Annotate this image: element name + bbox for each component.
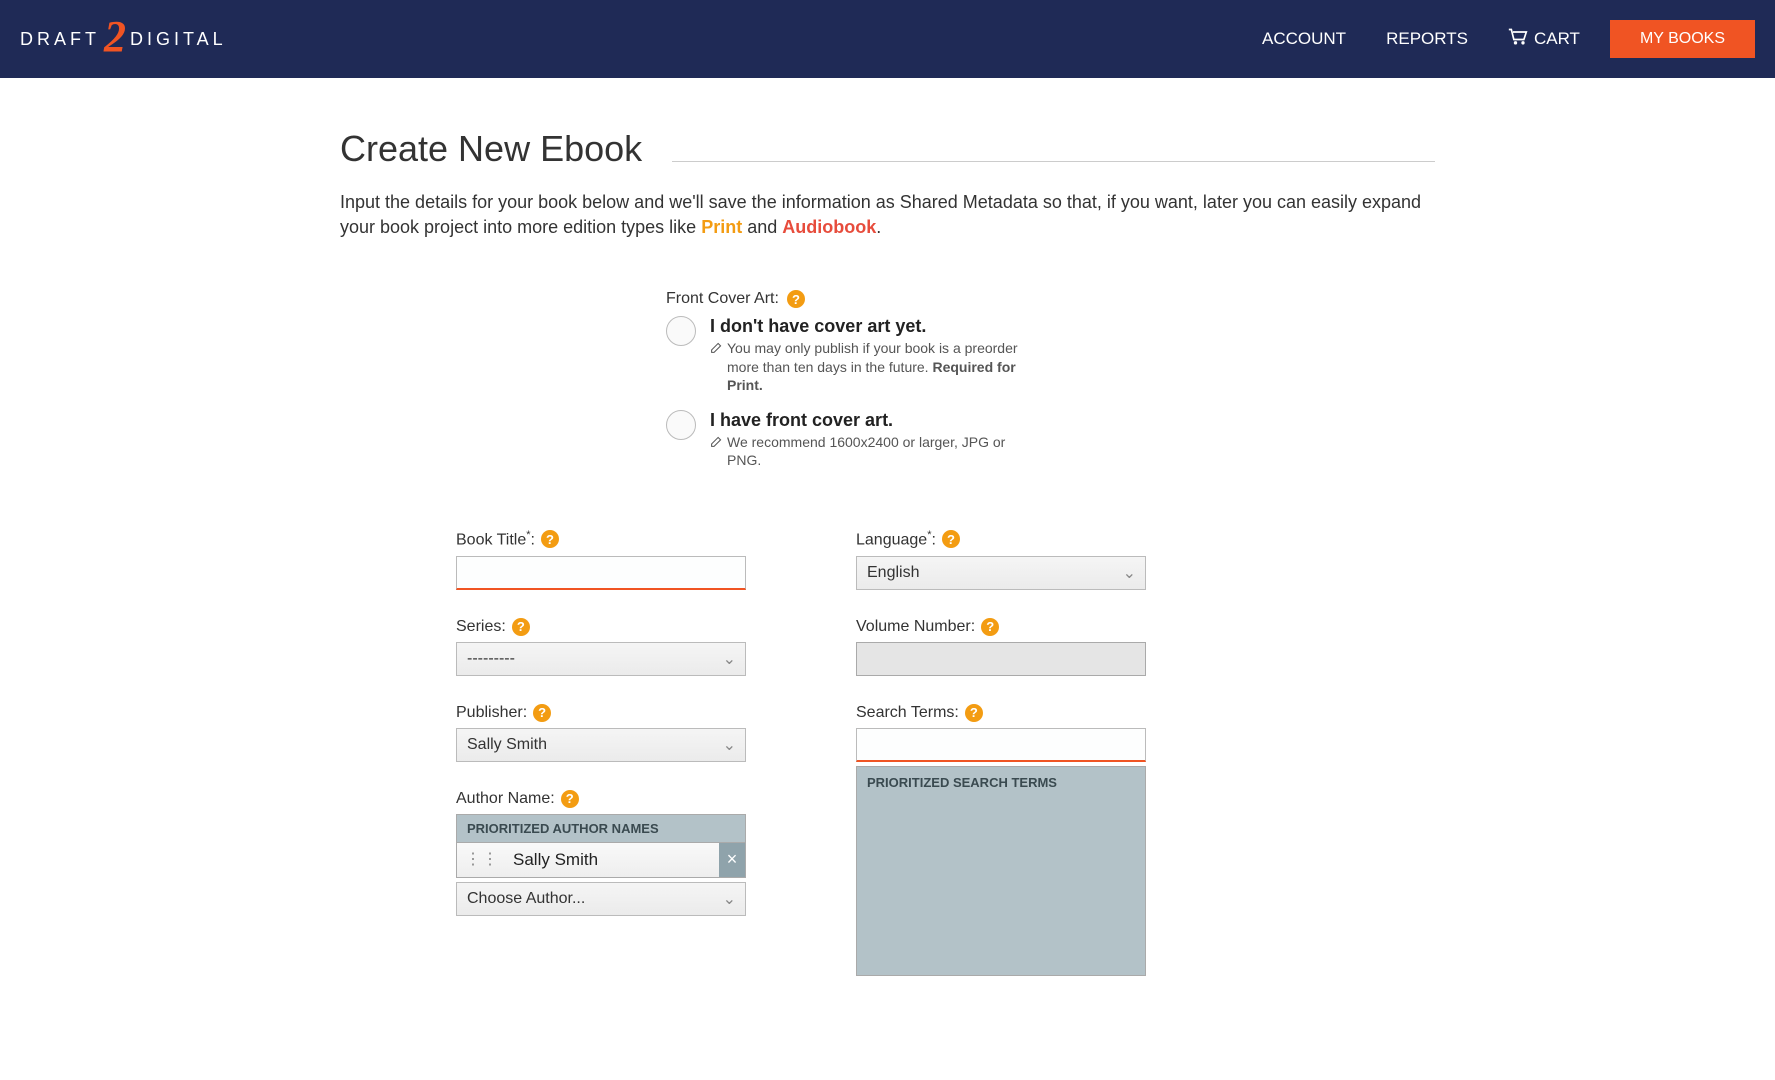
help-icon[interactable]: ? bbox=[942, 530, 960, 548]
author-label: Author Name: bbox=[456, 790, 555, 808]
prioritized-search-terms-header: PRIORITIZED SEARCH TERMS bbox=[857, 767, 1145, 798]
coverart-opt2-title: I have front cover art. bbox=[710, 410, 1030, 431]
nav-account[interactable]: ACCOUNT bbox=[1262, 29, 1346, 49]
nav-reports[interactable]: REPORTS bbox=[1386, 29, 1468, 49]
primary-nav: ACCOUNT REPORTS CART MY BOOKS bbox=[1262, 20, 1755, 58]
field-series: Series: ? --------- ⌄ bbox=[456, 618, 746, 676]
series-label-row: Series: ? bbox=[456, 618, 746, 636]
page-title: Create New Ebook bbox=[340, 128, 672, 170]
nav-cart[interactable]: CART bbox=[1508, 28, 1580, 51]
cart-icon bbox=[1508, 28, 1528, 51]
prioritized-search-terms-box: PRIORITIZED SEARCH TERMS bbox=[856, 766, 1146, 976]
publisher-label-row: Publisher: ? bbox=[456, 704, 746, 722]
logo-2-icon: 2 bbox=[104, 15, 126, 59]
title-divider bbox=[672, 161, 1435, 162]
brand-logo[interactable]: DRAFT 2 DIGITAL bbox=[20, 17, 227, 61]
field-author-name: Author Name: ? PRIORITIZED AUTHOR NAMES … bbox=[456, 790, 746, 916]
page-title-row: Create New Ebook bbox=[340, 128, 1435, 170]
field-search-terms: Search Terms: ? bbox=[856, 704, 1146, 762]
app-header: DRAFT 2 DIGITAL ACCOUNT REPORTS CART MY … bbox=[0, 0, 1775, 78]
coverart-opt1-desc: You may only publish if your book is a p… bbox=[710, 339, 1030, 394]
publisher-select[interactable]: Sally Smith ⌄ bbox=[456, 728, 746, 762]
pencil-icon bbox=[710, 339, 723, 358]
series-select[interactable]: --------- ⌄ bbox=[456, 642, 746, 676]
drag-handle-icon[interactable]: ⋮⋮ bbox=[457, 852, 507, 868]
author-chip[interactable]: ⋮⋮ Sally Smith × bbox=[456, 842, 746, 878]
help-icon[interactable]: ? bbox=[541, 530, 559, 548]
prioritized-authors-header: PRIORITIZED AUTHOR NAMES bbox=[456, 814, 746, 842]
intro-after: . bbox=[876, 217, 881, 237]
coverart-opt2-desc-text: We recommend 1600x2400 or larger, JPG or… bbox=[727, 433, 1030, 469]
form-col-right: Language*: ? English ⌄ Volume Number: ? … bbox=[856, 529, 1146, 975]
language-label: Language bbox=[856, 532, 927, 549]
series-select-display[interactable]: --------- bbox=[456, 642, 746, 676]
help-icon[interactable]: ? bbox=[787, 290, 805, 308]
volume-label-row: Volume Number: ? bbox=[856, 618, 1146, 636]
help-icon[interactable]: ? bbox=[512, 618, 530, 636]
form-columns: Book Title*: ? Series: ? --------- ⌄ Pub… bbox=[340, 529, 1435, 975]
logo-text-right: DIGITAL bbox=[130, 29, 227, 50]
help-icon[interactable]: ? bbox=[533, 704, 551, 722]
intro-and: and bbox=[742, 217, 782, 237]
field-book-title: Book Title*: ? bbox=[456, 529, 746, 589]
help-icon[interactable]: ? bbox=[981, 618, 999, 636]
intro-print-link[interactable]: Print bbox=[701, 217, 742, 237]
coverart-opt2-text: I have front cover art. We recommend 160… bbox=[710, 410, 1030, 469]
intro-audiobook-link[interactable]: Audiobook bbox=[782, 217, 876, 237]
coverart-option-no-art[interactable]: I don't have cover art yet. You may only… bbox=[666, 316, 1435, 394]
cover-art-label-row: Front Cover Art: ? bbox=[666, 290, 1435, 308]
book-title-input[interactable] bbox=[456, 556, 746, 590]
intro-text: Input the details for your book below an… bbox=[340, 190, 1435, 240]
field-volume-number: Volume Number: ? bbox=[856, 618, 1146, 676]
language-select-display[interactable]: English bbox=[856, 556, 1146, 590]
cover-art-label: Front Cover Art: bbox=[666, 290, 779, 308]
field-language: Language*: ? English ⌄ bbox=[856, 529, 1146, 589]
search-terms-label: Search Terms: bbox=[856, 704, 959, 722]
choose-author-select[interactable]: Choose Author... ⌄ bbox=[456, 882, 746, 916]
help-icon[interactable]: ? bbox=[561, 790, 579, 808]
publisher-label: Publisher: bbox=[456, 704, 527, 722]
series-label: Series: bbox=[456, 618, 506, 636]
author-label-row: Author Name: ? bbox=[456, 790, 746, 808]
volume-label: Volume Number: bbox=[856, 618, 975, 636]
search-terms-label-row: Search Terms: ? bbox=[856, 704, 1146, 722]
remove-author-button[interactable]: × bbox=[719, 843, 745, 877]
cover-art-section: Front Cover Art: ? I don't have cover ar… bbox=[666, 290, 1435, 469]
coverart-opt1-text: I don't have cover art yet. You may only… bbox=[710, 316, 1030, 394]
form-col-left: Book Title*: ? Series: ? --------- ⌄ Pub… bbox=[456, 529, 746, 975]
publisher-select-display[interactable]: Sally Smith bbox=[456, 728, 746, 762]
radio-icon[interactable] bbox=[666, 316, 696, 346]
search-terms-input[interactable] bbox=[856, 728, 1146, 762]
my-books-button[interactable]: MY BOOKS bbox=[1610, 20, 1755, 58]
coverart-option-have-art[interactable]: I have front cover art. We recommend 160… bbox=[666, 410, 1435, 469]
language-label-row: Language*: ? bbox=[856, 529, 1146, 549]
language-select[interactable]: English ⌄ bbox=[856, 556, 1146, 590]
coverart-opt2-desc: We recommend 1600x2400 or larger, JPG or… bbox=[710, 433, 1030, 469]
author-chip-name: Sally Smith bbox=[507, 843, 719, 877]
volume-number-input[interactable] bbox=[856, 642, 1146, 676]
main-content: Create New Ebook Input the details for y… bbox=[320, 78, 1455, 1026]
required-asterisk: * bbox=[526, 529, 530, 541]
radio-icon[interactable] bbox=[666, 410, 696, 440]
choose-author-display[interactable]: Choose Author... bbox=[456, 882, 746, 916]
logo-text-left: DRAFT bbox=[20, 29, 100, 50]
required-asterisk: * bbox=[927, 529, 931, 541]
pencil-icon bbox=[710, 433, 723, 452]
nav-cart-label: CART bbox=[1534, 29, 1580, 49]
book-title-label: Book Title bbox=[456, 532, 526, 549]
coverart-opt1-title: I don't have cover art yet. bbox=[710, 316, 1030, 337]
field-publisher: Publisher: ? Sally Smith ⌄ bbox=[456, 704, 746, 762]
help-icon[interactable]: ? bbox=[965, 704, 983, 722]
book-title-label-row: Book Title*: ? bbox=[456, 529, 746, 549]
